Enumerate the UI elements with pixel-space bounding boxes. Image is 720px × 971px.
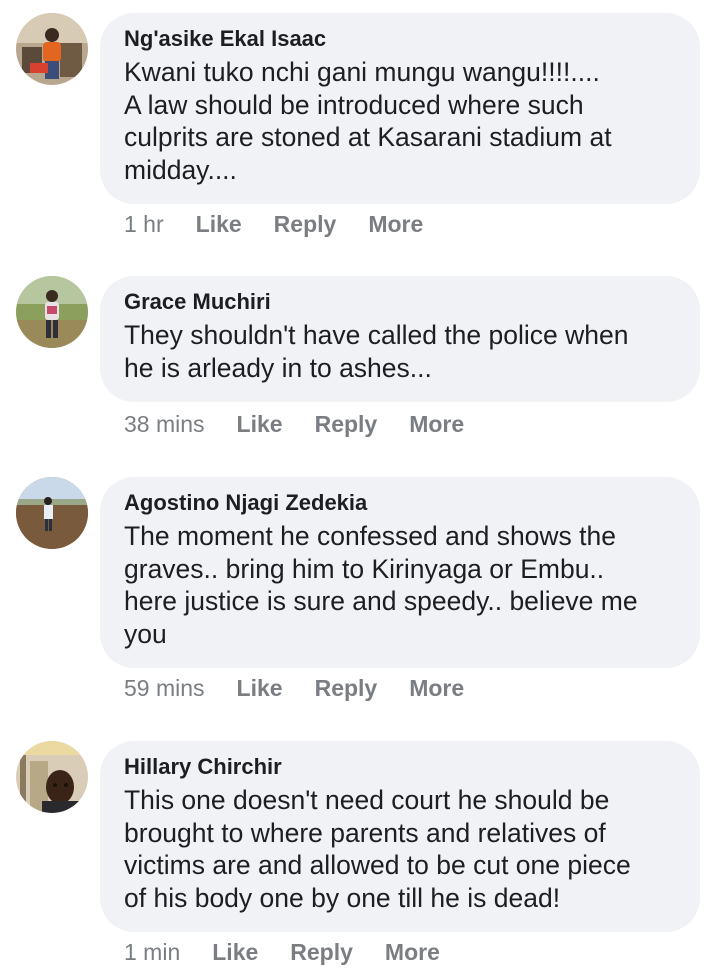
avatar-photo-icon — [16, 13, 88, 85]
comment-author[interactable]: Agostino Njagi Zedekia — [124, 489, 676, 517]
avatar[interactable] — [16, 13, 88, 85]
reply-button[interactable]: Reply — [315, 675, 378, 702]
more-button[interactable]: More — [409, 411, 464, 438]
comment-text: They shouldn't have called the police wh… — [124, 320, 629, 383]
reply-button[interactable]: Reply — [274, 211, 337, 238]
comment-timestamp[interactable]: 59 mins — [124, 675, 205, 702]
comment-text: The moment he confessed and shows the gr… — [124, 521, 638, 649]
reply-button[interactable]: Reply — [290, 939, 353, 966]
like-button[interactable]: Like — [212, 939, 258, 966]
comment-text: This one doesn't need court he should be… — [124, 785, 631, 913]
comment-actions: 59 mins Like Reply More — [124, 673, 496, 703]
comment-bubble: Agostino Njagi Zedekia The moment he con… — [100, 477, 700, 668]
comment-bubble: Hillary Chirchir This one doesn't need c… — [100, 741, 700, 932]
like-button[interactable]: Like — [237, 411, 283, 438]
reply-button[interactable]: Reply — [315, 411, 378, 438]
comment-actions: 1 min Like Reply More — [124, 937, 472, 967]
comment-actions: 38 mins Like Reply More — [124, 409, 496, 439]
comment-timestamp[interactable]: 38 mins — [124, 411, 205, 438]
comment-actions: 1 hr Like Reply More — [124, 209, 455, 239]
more-button[interactable]: More — [409, 675, 464, 702]
like-button[interactable]: Like — [237, 675, 283, 702]
comment-author[interactable]: Ng'asike Ekal Isaac — [124, 25, 676, 53]
comment-timestamp[interactable]: 1 min — [124, 939, 180, 966]
avatar-photo-icon — [16, 276, 88, 348]
comment-author[interactable]: Hillary Chirchir — [124, 753, 676, 781]
avatar[interactable] — [16, 741, 88, 813]
avatar-photo-icon — [16, 477, 88, 549]
comment-timestamp[interactable]: 1 hr — [124, 211, 164, 238]
more-button[interactable]: More — [385, 939, 440, 966]
avatar[interactable] — [16, 276, 88, 348]
like-button[interactable]: Like — [196, 211, 242, 238]
comment-author[interactable]: Grace Muchiri — [124, 288, 676, 316]
comment-bubble: Ng'asike Ekal Isaac Kwani tuko nchi gani… — [100, 13, 700, 204]
comment-bubble: Grace Muchiri They shouldn't have called… — [100, 276, 700, 402]
comment-text: Kwani tuko nchi gani mungu wangu!!!!....… — [124, 57, 612, 185]
more-button[interactable]: More — [368, 211, 423, 238]
avatar[interactable] — [16, 477, 88, 549]
avatar-photo-icon — [16, 741, 88, 813]
